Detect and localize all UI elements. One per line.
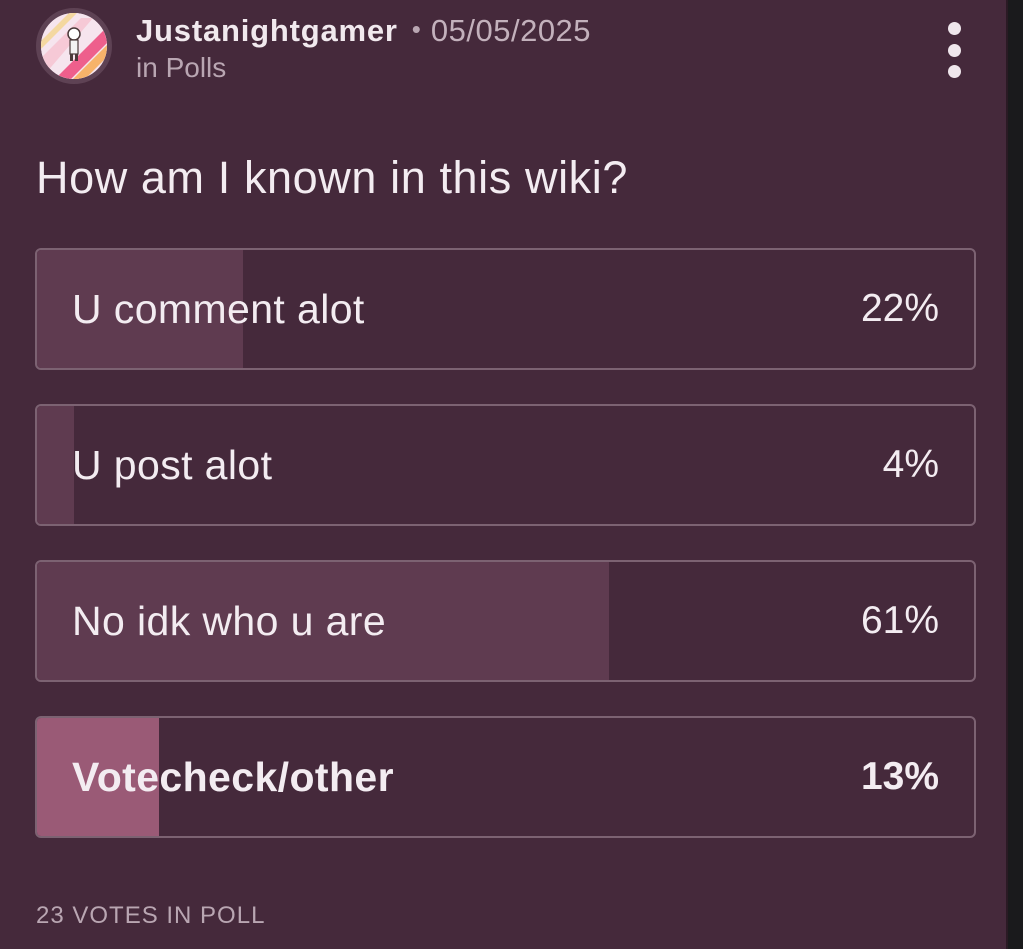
- poll-options: U comment alot 22% U post alot 4% No idk…: [35, 248, 976, 872]
- author-name[interactable]: Justanightgamer: [136, 13, 398, 48]
- poll-question: How am I known in this wiki?: [36, 152, 628, 203]
- poll-option[interactable]: Votecheck/other 13%: [35, 716, 976, 838]
- poll-post-card: Justanightgamer • 05/05/2025 in Polls How …: [0, 0, 1008, 949]
- author-row: Justanightgamer • 05/05/2025: [136, 12, 591, 51]
- post-date: 05/05/2025: [430, 13, 592, 48]
- poll-option-label: U post alot: [72, 441, 273, 488]
- poll-option-percent: 4%: [882, 443, 939, 486]
- poll-option[interactable]: U post alot 4%: [35, 404, 976, 526]
- more-dot: [947, 22, 961, 35]
- poll-option-percent: 22%: [860, 287, 939, 330]
- post-meta: Justanightgamer • 05/05/2025 in Polls: [136, 12, 591, 85]
- post-header: Justanightgamer • 05/05/2025 in Polls: [36, 8, 986, 92]
- poll-option[interactable]: No idk who u are 61%: [35, 560, 976, 682]
- poll-option[interactable]: U comment alot 22%: [35, 248, 976, 370]
- poll-option-result-bar: [37, 406, 75, 524]
- poll-option-label: Votecheck/other: [72, 753, 394, 800]
- more-dot: [947, 65, 961, 78]
- post-category[interactable]: in Polls: [136, 51, 591, 85]
- more-dot: [947, 43, 961, 57]
- poll-option-percent: 13%: [860, 755, 939, 798]
- avatar-icon: [41, 13, 107, 79]
- poll-option-label: U comment alot: [72, 285, 365, 332]
- more-options-icon[interactable]: [944, 22, 964, 78]
- poll-option-label: No idk who u are: [72, 597, 387, 644]
- separator-dot: •: [411, 14, 421, 44]
- avatar[interactable]: [36, 8, 112, 84]
- poll-option-percent: 61%: [860, 599, 939, 642]
- poll-vote-count: 23 VOTES IN POLL: [36, 902, 266, 929]
